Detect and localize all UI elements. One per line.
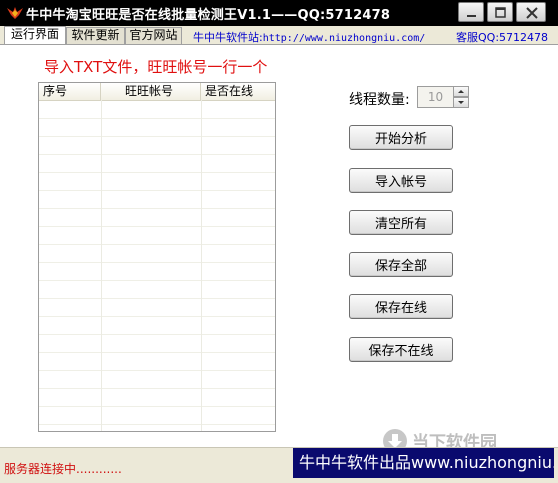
table-row-line: [39, 226, 275, 227]
arrow-up-icon: [458, 90, 464, 93]
app-logo-icon: [7, 7, 23, 19]
table-row-line: [39, 424, 275, 425]
table-row-line: [39, 244, 275, 245]
column-header-index[interactable]: 序号: [39, 83, 101, 100]
spin-down-button[interactable]: [453, 97, 469, 108]
status-text: 服务器连接中............: [4, 462, 122, 476]
table-row-line: [39, 298, 275, 299]
service-qq-link[interactable]: 客服QQ:5712478: [456, 29, 548, 45]
arrow-down-icon: [458, 101, 464, 104]
tab-strip: 运行界面 软件更新 官方网站 牛中牛软件站:http://www.niuzhon…: [0, 26, 558, 44]
brand-banner[interactable]: 牛中牛软件出品www.niuzhongniu.com: [293, 448, 554, 478]
tab-software-update[interactable]: 软件更新: [66, 27, 125, 44]
table-row-line: [39, 388, 275, 389]
table-column-line: [201, 100, 202, 431]
table-row-line: [39, 262, 275, 263]
table-row-line: [39, 136, 275, 137]
minimize-button[interactable]: [458, 2, 484, 22]
results-table[interactable]: 序号 旺旺帐号 是否在线: [38, 82, 276, 432]
table-row-line: [39, 172, 275, 173]
thread-count-input[interactable]: [417, 86, 454, 108]
table-header: 序号 旺旺帐号 是否在线: [39, 83, 275, 101]
table-row-line: [39, 208, 275, 209]
title-bar[interactable]: 牛中牛淘宝旺旺是否在线批量检测王V1.1——QQ:5712478: [0, 0, 558, 26]
table-row-line: [39, 334, 275, 335]
start-analysis-button[interactable]: 开始分析: [349, 125, 453, 150]
table-row-line: [39, 352, 275, 353]
table-column-line: [101, 100, 102, 431]
site-label: 牛中牛软件站:: [193, 31, 263, 44]
close-button[interactable]: [516, 2, 546, 22]
tab-run-interface[interactable]: 运行界面: [4, 26, 66, 44]
table-row-line: [39, 280, 275, 281]
spin-up-button[interactable]: [453, 86, 469, 97]
close-icon: [526, 7, 538, 19]
save-offline-button[interactable]: 保存不在线: [349, 337, 453, 362]
app-window: 牛中牛淘宝旺旺是否在线批量检测王V1.1——QQ:5712478 运行界面 软件…: [0, 0, 558, 483]
thread-count-spinner: [453, 86, 469, 108]
table-row-line: [39, 190, 275, 191]
site-link[interactable]: 牛中牛软件站:http://www.niuzhongniu.com/: [193, 29, 425, 45]
table-row-line: [39, 118, 275, 119]
tab-official-site[interactable]: 官方网站: [125, 27, 182, 44]
site-url: http://www.niuzhongniu.com/: [262, 33, 426, 44]
clear-all-button[interactable]: 清空所有: [349, 210, 453, 235]
save-online-button[interactable]: 保存在线: [349, 294, 453, 319]
table-row-line: [39, 370, 275, 371]
window-title: 牛中牛淘宝旺旺是否在线批量检测王V1.1——QQ:5712478: [26, 8, 391, 23]
maximize-button[interactable]: [487, 2, 513, 22]
minimize-icon: [467, 15, 476, 17]
maximize-icon: [495, 7, 506, 18]
table-row-line: [39, 154, 275, 155]
table-row-line: [39, 406, 275, 407]
import-accounts-button[interactable]: 导入帐号: [349, 168, 453, 193]
table-row-line: [39, 316, 275, 317]
thread-count-label: 线程数量:: [349, 92, 410, 108]
import-heading: 导入TXT文件，旺旺帐号一行一个: [44, 58, 268, 76]
column-header-wangwang-account[interactable]: 旺旺帐号: [101, 83, 201, 100]
save-all-button[interactable]: 保存全部: [349, 252, 453, 277]
column-header-online-status[interactable]: 是否在线: [201, 83, 275, 100]
